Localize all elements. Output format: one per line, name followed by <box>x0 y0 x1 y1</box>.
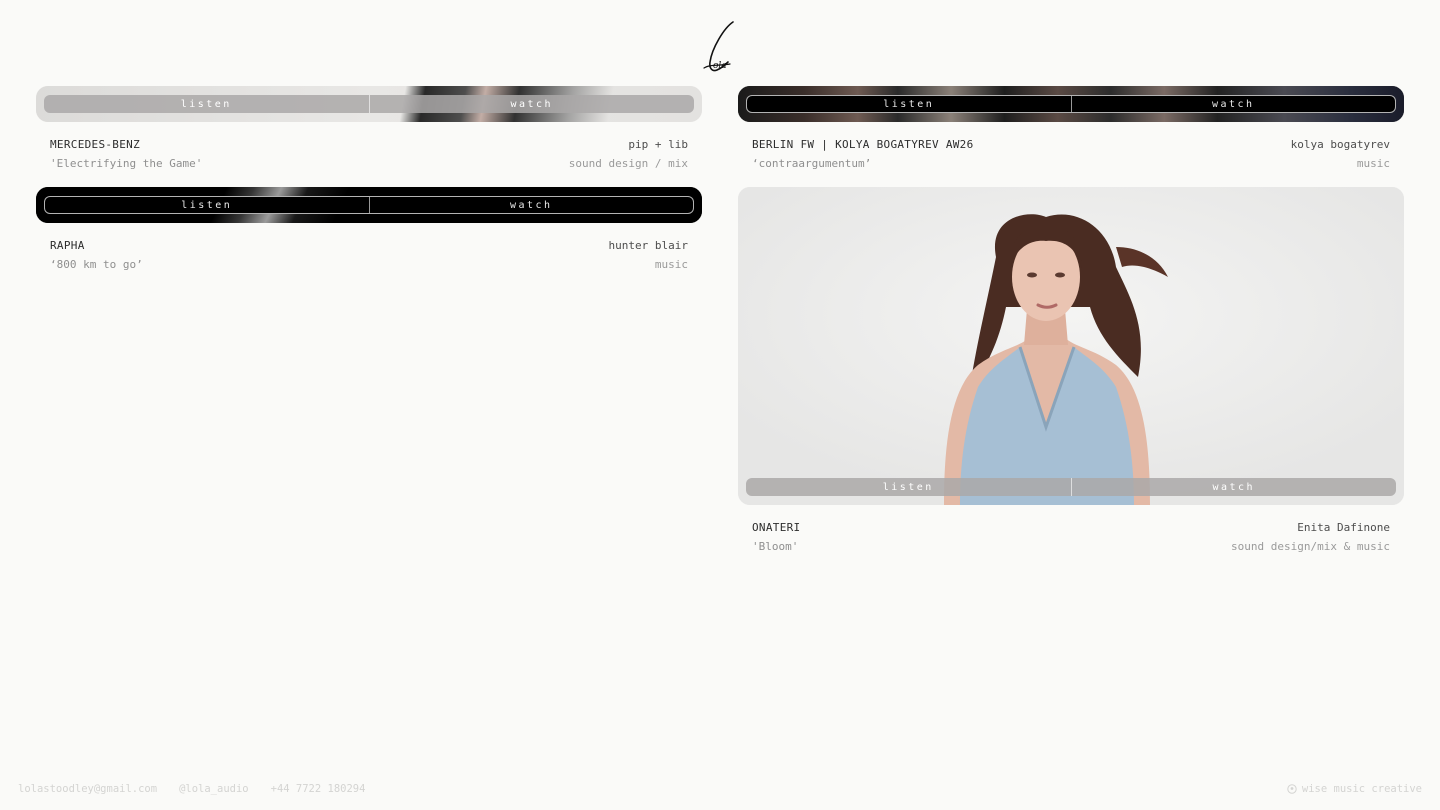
project-role: sound design / mix <box>568 157 688 170</box>
project-card-rapha: listen watch RAPHA hunter blair ‘800 km … <box>36 187 702 274</box>
listen-button[interactable]: listen <box>44 95 369 113</box>
project-meta: RAPHA hunter blair ‘800 km to go’ music <box>36 236 702 274</box>
model-portrait-illustration <box>738 187 1404 505</box>
project-card-onateri: listen watch ONATERI Enita Dafinone 'Blo… <box>738 187 1404 556</box>
listen-button[interactable]: listen <box>746 478 1071 496</box>
project-video-thumbnail[interactable]: listen watch <box>36 86 702 122</box>
project-title: 'Bloom' <box>752 540 799 553</box>
media-controls: listen watch <box>746 95 1396 113</box>
project-client: MERCEDES-BENZ <box>50 138 140 151</box>
watch-button[interactable]: watch <box>368 197 694 213</box>
footer: lolastoodley@gmail.com @lola_audio +44 7… <box>18 780 1422 798</box>
project-director: hunter blair <box>608 239 688 252</box>
phone-link[interactable]: +44 7722 180294 <box>271 783 366 795</box>
wise-music-icon <box>1287 784 1297 794</box>
project-role: music <box>654 258 688 271</box>
media-controls: listen watch <box>44 95 694 113</box>
project-card-berlin-fw: listen watch BERLIN FW | KOLYA BOGATYREV… <box>738 86 1404 173</box>
watch-button[interactable]: watch <box>1070 478 1397 496</box>
project-client: BERLIN FW | KOLYA BOGATYREV AW26 <box>752 138 974 151</box>
project-meta: MERCEDES-BENZ pip + lib 'Electrifying th… <box>36 135 702 173</box>
project-role: music <box>1356 157 1390 170</box>
project-meta: BERLIN FW | KOLYA BOGATYREV AW26 kolya b… <box>738 135 1404 173</box>
project-video-thumbnail[interactable]: listen watch <box>738 86 1404 122</box>
project-director: Enita Dafinone <box>1297 521 1390 534</box>
media-controls: listen watch <box>44 196 694 214</box>
project-director: kolya bogatyrev <box>1290 138 1390 151</box>
video-frame <box>738 187 1404 505</box>
publisher-credit[interactable]: wise music creative <box>1287 783 1422 795</box>
project-title: ‘800 km to go’ <box>50 258 143 271</box>
contact-links: lolastoodley@gmail.com @lola_audio +44 7… <box>18 783 365 795</box>
watch-button[interactable]: watch <box>1070 96 1396 112</box>
publisher-credit-text: wise music creative <box>1301 783 1422 795</box>
watch-button[interactable]: watch <box>368 95 695 113</box>
instagram-link[interactable]: @lola_audio <box>179 783 249 795</box>
media-controls: listen watch <box>746 478 1396 496</box>
project-client: RAPHA <box>50 239 85 252</box>
svg-text:ola: ola <box>713 61 727 71</box>
page: ola listen watch MERCEDES-BENZ pip + lib… <box>0 0 1440 810</box>
listen-button[interactable]: listen <box>747 96 1071 112</box>
project-title: 'Electrifying the Game' <box>50 157 203 170</box>
project-card-mercedes: listen watch MERCEDES-BENZ pip + lib 'El… <box>36 86 702 173</box>
project-director: pip + lib <box>628 138 688 151</box>
project-video-thumbnail[interactable]: listen watch <box>738 187 1404 505</box>
listen-button[interactable]: listen <box>45 197 369 213</box>
project-title: ‘contraargumentum’ <box>752 157 872 170</box>
project-video-thumbnail[interactable]: listen watch <box>36 187 702 223</box>
lola-signature-icon: ola <box>703 21 734 72</box>
email-link[interactable]: lolastoodley@gmail.com <box>18 783 157 795</box>
project-role: sound design/mix & music <box>1231 540 1390 553</box>
project-client: ONATERI <box>752 521 801 534</box>
project-meta: ONATERI Enita Dafinone 'Bloom' sound des… <box>738 518 1404 556</box>
lola-logo[interactable]: ola <box>700 18 740 76</box>
